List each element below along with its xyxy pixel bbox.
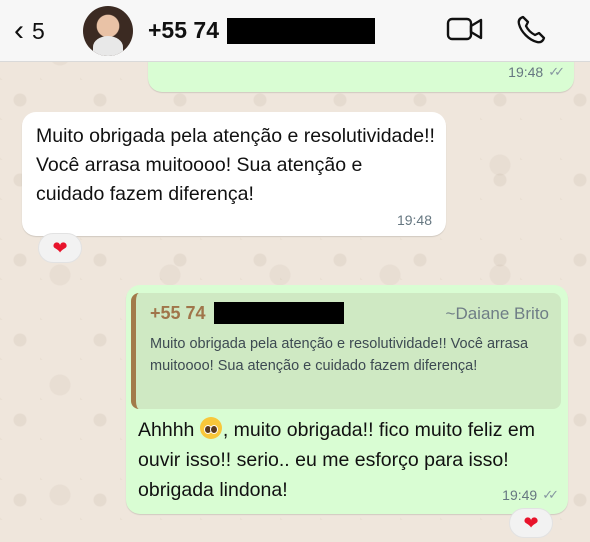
contact-phone-prefix: +55 74 <box>148 17 219 43</box>
message-meta: 19:49 ✓✓ <box>502 487 559 503</box>
reaction-badge[interactable]: ❤ <box>509 508 553 538</box>
back-button[interactable]: ‹ 5 <box>14 16 45 46</box>
message-bubble-outgoing-reply[interactable]: +55 74 ~Daiane Brito Muito obrigada pela… <box>126 285 568 514</box>
redaction-bar <box>227 17 375 44</box>
quoted-message[interactable]: +55 74 ~Daiane Brito Muito obrigada pela… <box>131 293 561 409</box>
message-time: 19:49 <box>502 487 538 503</box>
message-meta: 19:48 <box>397 212 432 228</box>
phone-icon[interactable] <box>515 14 549 46</box>
heart-icon: ❤ <box>52 237 68 258</box>
quoted-text: Muito obrigada pela atenção e resolutivi… <box>150 336 529 374</box>
message-text: Ahhhh , muito obrigada!! fico muito feli… <box>138 415 558 505</box>
message-meta: 19:48 ✓✓ <box>508 64 565 80</box>
heart-icon: ❤ <box>523 512 539 533</box>
quoted-sender-prefix: +55 74 <box>150 302 206 323</box>
read-receipt-icon: ✓✓ <box>548 64 565 79</box>
message-text-start: Ahhhh <box>138 419 195 441</box>
quoted-sender: +55 74 <box>150 302 344 324</box>
chevron-left-icon: ‹ <box>14 14 24 47</box>
unread-count: 5 <box>32 17 45 44</box>
read-receipt-icon: ✓✓ <box>542 487 559 502</box>
message-bubble-incoming[interactable]: Muito obrigada pela atenção e resolutivi… <box>22 112 446 236</box>
quoted-sender-name: ~Daiane Brito <box>445 304 549 323</box>
avatar[interactable] <box>83 6 133 56</box>
chat-header: ‹ 5 +55 74 <box>0 0 590 62</box>
redaction-bar <box>213 302 344 324</box>
video-call-icon[interactable] <box>446 14 484 44</box>
message-time: 19:48 <box>396 212 432 228</box>
pleading-face-emoji-icon <box>199 417 222 439</box>
message-time: 19:48 <box>508 64 544 80</box>
message-text-rest: , muito obrigada!! fico muito feliz em o… <box>138 419 535 501</box>
contact-title[interactable]: +55 74 <box>148 17 375 44</box>
message-text: Muito obrigada pela atenção e resolutivi… <box>36 125 435 205</box>
reaction-badge[interactable]: ❤ <box>38 233 82 263</box>
